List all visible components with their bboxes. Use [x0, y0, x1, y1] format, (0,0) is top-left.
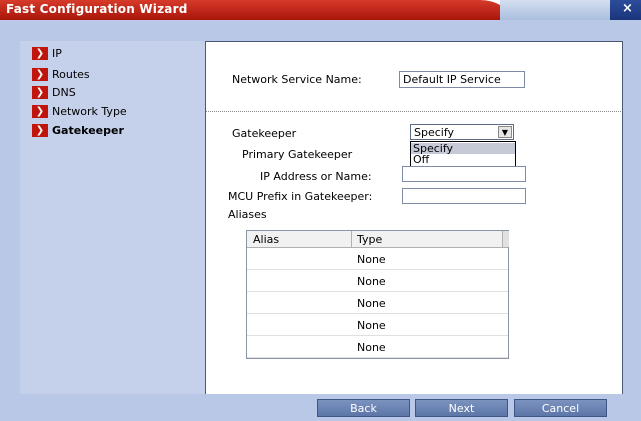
dropdown-option-off[interactable]: Off	[411, 154, 515, 165]
table-row[interactable]: None	[247, 248, 508, 270]
table-cell-type: None	[357, 319, 386, 332]
chevron-down-icon[interactable]: ▼	[498, 126, 512, 138]
service-name-field[interactable]: Default IP Service	[399, 71, 525, 88]
table-cell-type: None	[357, 275, 386, 288]
gatekeeper-select[interactable]: Specify ▼	[410, 124, 514, 140]
sidebar-item-routes[interactable]: ❯ Routes	[32, 66, 90, 82]
sidebar-item-label: Routes	[52, 67, 90, 81]
sidebar-item-label: Network Type	[52, 104, 127, 118]
window-title: Fast Configuration Wizard	[6, 2, 188, 16]
primary-gatekeeper-label: Primary Gatekeeper	[242, 148, 353, 161]
table-cell-type: None	[357, 297, 386, 310]
sidebar-item-label: DNS	[52, 85, 76, 99]
sidebar-item-ip[interactable]: ❯ IP	[32, 45, 62, 61]
title-bar: Fast Configuration Wizard ×	[0, 0, 641, 20]
sidebar-item-network-type[interactable]: ❯ Network Type	[32, 103, 127, 119]
sidebar-item-label: Gatekeeper	[52, 123, 124, 137]
chevron-right-icon: ❯	[32, 67, 48, 81]
sidebar: ❯ IP ❯ Routes ❯ DNS ❯ Network Type ❯ Gat…	[20, 41, 206, 394]
table-row[interactable]: None	[247, 292, 508, 314]
sidebar-item-gatekeeper[interactable]: ❯ Gatekeeper	[32, 122, 124, 138]
next-button[interactable]: Next	[415, 399, 508, 417]
cancel-button[interactable]: Cancel	[514, 399, 607, 417]
sidebar-item-label: IP	[52, 46, 62, 60]
table-row[interactable]: None	[247, 314, 508, 336]
aliases-label: Aliases	[228, 208, 267, 221]
sidebar-item-dns[interactable]: ❯ DNS	[32, 84, 76, 100]
service-name-label: Network Service Name:	[232, 73, 362, 86]
table-cell-type: None	[357, 253, 386, 266]
scroll-corner	[502, 231, 509, 247]
close-icon[interactable]: ×	[622, 1, 633, 16]
chevron-right-icon: ❯	[32, 46, 48, 60]
column-divider	[351, 231, 352, 247]
table-row[interactable]: None	[247, 336, 508, 358]
gatekeeper-label: Gatekeeper	[232, 127, 297, 140]
column-header-alias[interactable]: Alias	[253, 233, 279, 246]
back-button[interactable]: Back	[317, 399, 410, 417]
gatekeeper-select-value: Specify	[414, 126, 455, 139]
wizard-window: Fast Configuration Wizard × ❯ IP ❯ Route…	[0, 0, 641, 421]
ip-address-label: IP Address or Name:	[260, 170, 372, 183]
table-cell-type: None	[357, 341, 386, 354]
aliases-table: Alias Type None None None None None	[246, 230, 509, 359]
table-row[interactable]: None	[247, 270, 508, 292]
mcu-prefix-label: MCU Prefix in Gatekeeper:	[228, 190, 373, 203]
table-header: Alias Type	[247, 231, 509, 248]
chevron-right-icon: ❯	[32, 104, 48, 118]
gatekeeper-dropdown-list: Specify Off	[410, 141, 516, 167]
ip-address-field[interactable]	[402, 166, 526, 182]
mcu-prefix-field[interactable]	[402, 188, 526, 204]
main-content: Network Service Name: Default IP Service…	[206, 41, 621, 394]
divider	[206, 111, 621, 112]
column-header-type[interactable]: Type	[357, 233, 382, 246]
chevron-right-icon: ❯	[32, 85, 48, 99]
chevron-right-icon: ❯	[32, 123, 48, 137]
